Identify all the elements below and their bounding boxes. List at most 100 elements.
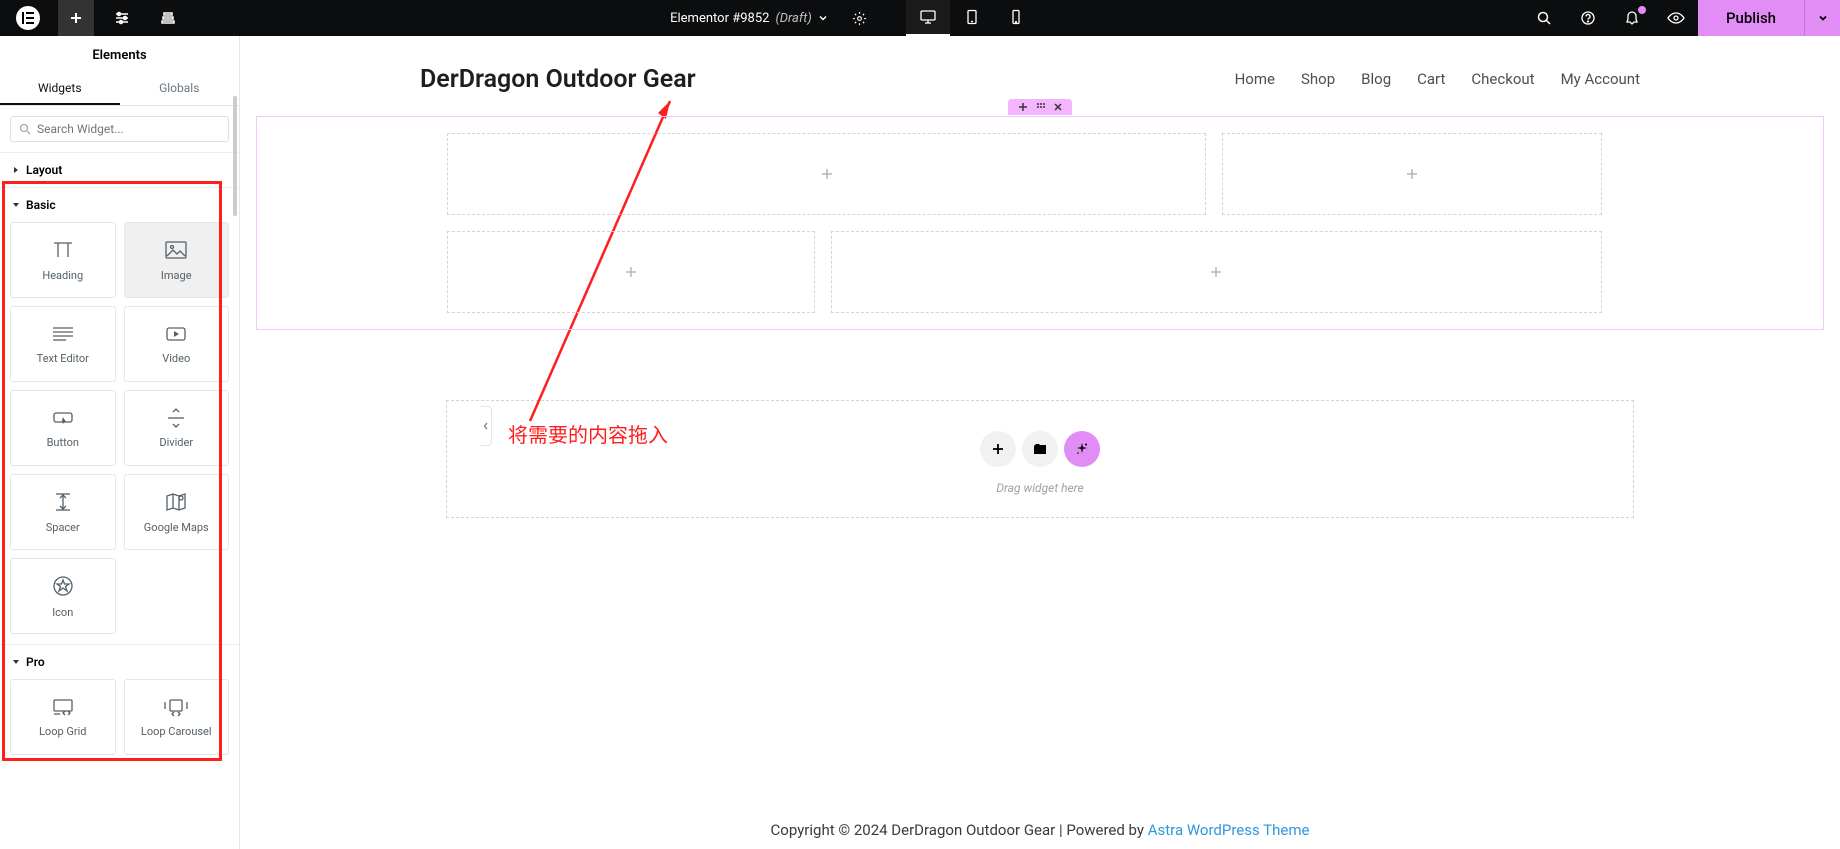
widget-loop-grid-label: Loop Grid	[39, 725, 86, 738]
heading-icon	[50, 239, 76, 261]
tab-globals[interactable]: Globals	[120, 73, 240, 105]
panel-tabs: Widgets Globals	[0, 73, 239, 106]
site-settings-button[interactable]	[104, 0, 140, 36]
plus-icon	[1209, 265, 1223, 279]
widget-button-label: Button	[47, 436, 79, 449]
caret-right-icon	[12, 166, 20, 174]
caret-down-icon	[12, 658, 20, 666]
site-title: DerDragon Outdoor Gear	[420, 65, 696, 94]
column-r1-c2[interactable]	[1222, 133, 1602, 215]
widget-divider-label: Divider	[159, 436, 193, 449]
widget-text-editor-label: Text Editor	[37, 352, 89, 365]
help-button[interactable]	[1566, 0, 1610, 36]
nav-account[interactable]: My Account	[1561, 70, 1640, 88]
editor-canvas: 将需要的内容拖入 DerDragon Outdoor Gear Home Sho…	[240, 36, 1840, 849]
search-icon	[19, 123, 31, 135]
site-footer: Copyright © 2024 DerDragon Outdoor Gear …	[240, 821, 1840, 839]
widget-icon-label: Icon	[52, 606, 73, 619]
image-icon	[163, 239, 189, 261]
divider-icon	[165, 408, 187, 428]
section-add-icon[interactable]	[1018, 102, 1028, 112]
search-input[interactable]	[37, 122, 220, 136]
whats-new-button[interactable]	[1610, 0, 1654, 36]
plus-icon	[624, 265, 638, 279]
panel-scrollbar[interactable]	[233, 96, 237, 216]
plus-icon	[1405, 167, 1419, 181]
tab-widgets[interactable]: Widgets	[0, 73, 120, 105]
category-basic[interactable]: Basic	[0, 188, 239, 222]
button-icon	[50, 408, 76, 428]
widget-divider[interactable]: Divider	[124, 390, 230, 466]
widget-loop-carousel-label: Loop Carousel	[141, 725, 212, 738]
device-tablet[interactable]	[950, 0, 994, 36]
elementor-logo[interactable]	[16, 6, 40, 30]
device-mobile[interactable]	[994, 0, 1038, 36]
widget-loop-grid[interactable]: Loop Grid	[10, 679, 116, 755]
responsive-devices	[906, 0, 1038, 36]
notification-dot	[1638, 6, 1646, 14]
preview-button[interactable]	[1654, 0, 1698, 36]
section-1[interactable]	[256, 116, 1824, 330]
category-basic-label: Basic	[26, 198, 56, 212]
topbar-right: Publish	[1522, 0, 1840, 36]
widget-google-maps[interactable]: Google Maps	[124, 474, 230, 550]
site-header: DerDragon Outdoor Gear Home Shop Blog Ca…	[240, 54, 1840, 104]
page-name-dropdown[interactable]: Elementor #9852 (Draft)	[670, 11, 828, 26]
section-handle[interactable]	[1008, 99, 1072, 115]
add-element-button[interactable]	[58, 0, 94, 36]
footer-text: Copyright © 2024 DerDragon Outdoor Gear …	[771, 821, 1148, 839]
page-settings-button[interactable]	[842, 0, 878, 36]
loop-carousel-icon	[162, 697, 190, 717]
finder-button[interactable]	[1522, 0, 1566, 36]
category-pro-label: Pro	[26, 655, 45, 669]
elements-panel: Elements Widgets Globals Layout Basic	[0, 36, 240, 849]
caret-down-icon	[12, 201, 20, 209]
section-close-icon[interactable]	[1054, 103, 1062, 111]
column-r2-c2[interactable]	[831, 231, 1602, 313]
draft-label: (Draft)	[775, 11, 811, 26]
footer-theme-link[interactable]: Astra WordPress Theme	[1148, 821, 1310, 839]
widget-google-maps-label: Google Maps	[144, 521, 209, 534]
device-desktop[interactable]	[906, 0, 950, 36]
collapse-panel-handle[interactable]	[480, 406, 492, 446]
widget-video[interactable]: Video	[124, 306, 230, 382]
nav-shop[interactable]: Shop	[1301, 70, 1335, 88]
drop-text: Drag widget here	[447, 481, 1633, 495]
nav-cart[interactable]: Cart	[1417, 70, 1445, 88]
topbar-left	[0, 0, 186, 36]
plus-icon	[820, 167, 834, 181]
section-drag-icon[interactable]	[1036, 102, 1046, 112]
structure-button[interactable]	[150, 0, 186, 36]
template-library-button[interactable]	[1022, 431, 1058, 467]
widget-video-label: Video	[162, 352, 190, 365]
add-section-button[interactable]	[980, 431, 1016, 467]
topbar-center: Elementor #9852 (Draft)	[186, 0, 1522, 36]
spacer-icon	[52, 491, 74, 513]
publish-options-button[interactable]	[1804, 0, 1840, 36]
text-editor-icon	[50, 324, 76, 344]
drop-area[interactable]: Drag widget here	[446, 400, 1634, 518]
search-widget-box[interactable]	[10, 116, 229, 142]
widget-heading-label: Heading	[42, 269, 83, 282]
nav-blog[interactable]: Blog	[1361, 70, 1391, 88]
widget-spacer[interactable]: Spacer	[10, 474, 116, 550]
column-r1-c1[interactable]	[447, 133, 1206, 215]
widget-heading[interactable]: Heading	[10, 222, 116, 298]
widget-icon[interactable]: Icon	[10, 558, 116, 634]
column-r2-c1[interactable]	[447, 231, 815, 313]
chevron-down-icon	[818, 13, 828, 23]
map-icon	[164, 491, 188, 513]
widget-spacer-label: Spacer	[46, 521, 80, 534]
page-name: Elementor #9852	[670, 11, 769, 26]
nav-checkout[interactable]: Checkout	[1471, 70, 1534, 88]
site-nav: Home Shop Blog Cart Checkout My Account	[1235, 70, 1640, 88]
ai-button[interactable]	[1064, 431, 1100, 467]
widget-image[interactable]: Image	[124, 222, 230, 298]
category-layout[interactable]: Layout	[0, 153, 239, 187]
nav-home[interactable]: Home	[1235, 70, 1275, 88]
widget-text-editor[interactable]: Text Editor	[10, 306, 116, 382]
category-pro[interactable]: Pro	[0, 645, 239, 679]
widget-loop-carousel[interactable]: Loop Carousel	[124, 679, 230, 755]
widget-button[interactable]: Button	[10, 390, 116, 466]
publish-button[interactable]: Publish	[1698, 0, 1804, 36]
